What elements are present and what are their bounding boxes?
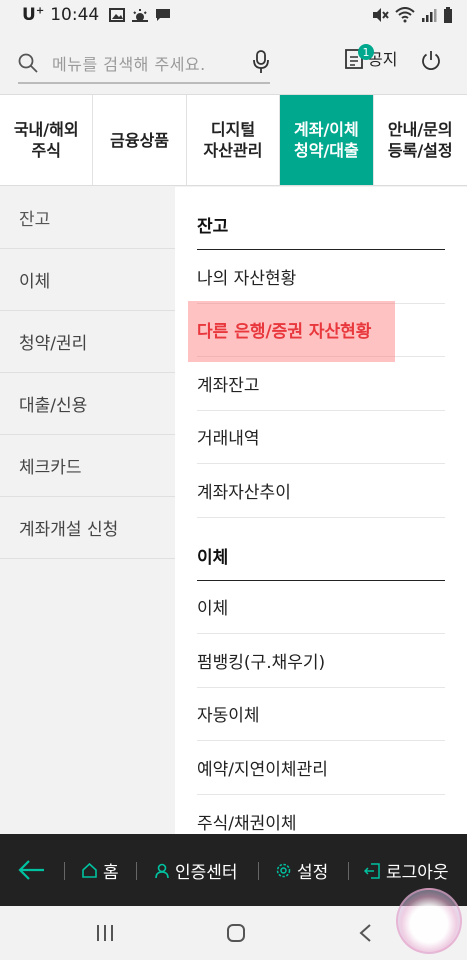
assistant-bubble-icon[interactable] [396,888,462,954]
search-placeholder: 메뉴를 검색해 주세요. [52,55,206,74]
status-bar: U+ 10:44 [0,0,467,30]
mute-icon [373,8,389,22]
settings-label: 설정 [297,863,329,883]
tab-stocks[interactable]: 국내/해외 주식 [0,95,94,185]
back-arrow-icon [18,860,44,880]
submenu-content: 잔고 나의 자산현황 다른 은행/증권 자산현황 계좌잔고 거래내역 계좌자산추… [175,187,467,834]
section-title-transfer: 이체 [197,518,445,581]
nav-divider [348,862,349,880]
side-item-subscription[interactable]: 청약/권리 [0,311,175,373]
carrier-label: U+ [22,5,45,25]
microphone-icon [253,50,269,73]
menu-item-transaction-history[interactable]: 거래내역 [197,411,445,464]
side-item-balance[interactable]: 잔고 [0,187,175,249]
battery-icon [444,7,452,23]
side-item-transfer[interactable]: 이체 [0,249,175,311]
signal-icon [422,9,437,22]
menu-item-scheduled-transfer[interactable]: 예약/지연이체관리 [197,741,445,795]
logout-button[interactable]: 로그아웃 [364,858,449,883]
search-input[interactable]: 메뉴를 검색해 주세요. [18,44,270,84]
logout-icon [364,862,380,879]
clock: 10:44 [50,5,100,25]
tab-financial-products[interactable]: 금융상품 [93,95,187,185]
recent-apps-icon [97,925,113,941]
menu-item-stock-bond-transfer[interactable]: 주식/채권이체 [197,795,445,835]
message-icon [156,9,171,21]
menu-item-other-bank-assets[interactable]: 다른 은행/증권 자산현황 [188,300,445,361]
chevron-left-icon [359,924,371,942]
side-menu: 잔고 이체 청약/권리 대출/신용 체크카드 계좌개설 신청 [0,187,175,834]
nav-divider [136,862,137,880]
home-system-button[interactable] [226,923,246,947]
notice-count-badge: 1 [358,44,374,60]
settings-button[interactable]: 설정 [276,858,328,883]
category-tabs: 국내/해외 주식 금융상품 디지털 자산관리 계좌/이체 청약/대출 안내/문의… [0,94,467,186]
menu-item-transfer[interactable]: 이체 [197,581,445,634]
tab-digital-asset[interactable]: 디지털 자산관리 [187,95,281,185]
home-button[interactable]: 홈 [82,858,119,883]
side-item-loan[interactable]: 대출/신용 [0,373,175,435]
side-item-open-account[interactable]: 계좌개설 신청 [0,497,175,559]
menu-item-asset-trend[interactable]: 계좌자산추이 [197,464,445,518]
menu-item-firm-banking[interactable]: 펌뱅킹(구.채우기) [197,634,445,688]
home-icon [82,863,97,878]
notice-button[interactable]: 1 공지 [344,44,397,70]
wifi-icon [395,7,415,23]
recent-apps-button[interactable] [96,924,114,946]
gear-icon [276,863,291,878]
home-square-icon [227,924,245,942]
tab-guide-settings[interactable]: 안내/문의 등록/설정 [374,95,467,185]
menu-item-auto-transfer[interactable]: 자동이체 [197,688,445,741]
menu-item-my-assets[interactable]: 나의 자산현황 [197,250,445,304]
tab-account-transfer[interactable]: 계좌/이체 청약/대출 [280,95,374,185]
gallery-icon [109,8,126,22]
section-title-balance: 잔고 [197,187,445,250]
back-button[interactable] [17,858,45,887]
power-button[interactable] [420,50,442,76]
search-icon [18,53,38,73]
weather-icon [132,9,149,22]
side-item-check-card[interactable]: 체크카드 [0,435,175,497]
power-icon [422,51,440,71]
cert-center-button[interactable]: 인증센터 [155,858,238,883]
person-icon [155,863,169,878]
menu-item-account-balance[interactable]: 계좌잔고 [197,357,445,411]
bottom-nav: 홈 인증센터 설정 로그아웃 [0,834,467,906]
back-system-button[interactable] [358,923,372,947]
home-label: 홈 [103,863,119,883]
logout-label: 로그아웃 [386,863,449,883]
nav-divider [64,862,65,880]
cert-center-label: 인증센터 [175,863,238,883]
nav-divider [258,862,259,880]
app-header: 메뉴를 검색해 주세요. 1 공지 [0,30,467,94]
voice-search-button[interactable] [252,50,270,78]
